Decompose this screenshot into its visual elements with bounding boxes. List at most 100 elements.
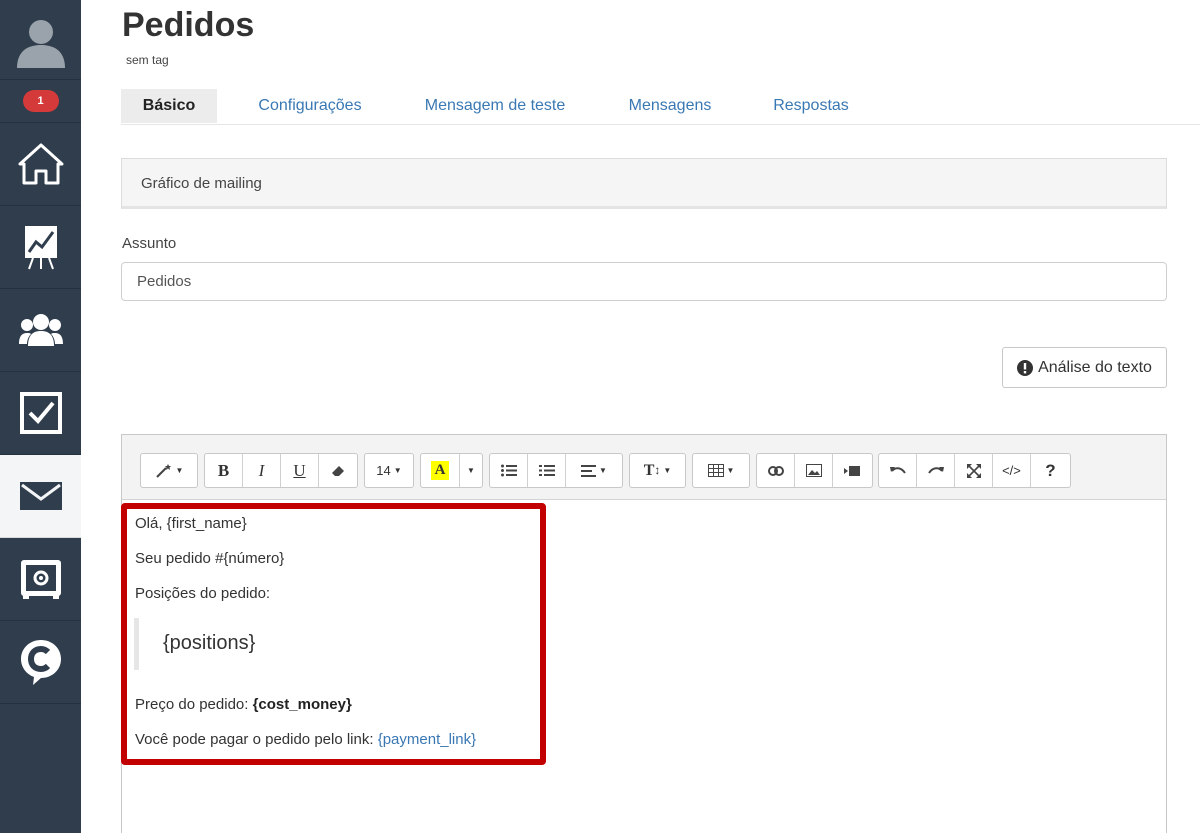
bold-button[interactable]: B (205, 454, 243, 487)
line-height-group: T ↕ ▼ (629, 453, 686, 488)
font-size-group: 14 ▼ (364, 453, 414, 488)
tab-configuracoes[interactable]: Configurações (251, 89, 369, 123)
undo-icon (889, 466, 906, 474)
payment-link[interactable]: {payment_link} (378, 731, 476, 748)
price-variable: {cost_money} (252, 696, 352, 713)
font-size-value: 14 (376, 463, 391, 478)
code-view-button[interactable]: </> (993, 454, 1031, 487)
blockquote-bar (134, 618, 141, 670)
text-color-button[interactable]: A (421, 454, 460, 487)
redo-icon (927, 466, 944, 474)
chevron-down-icon: ▼ (599, 466, 607, 475)
misc-group: </> ? (878, 453, 1071, 488)
magic-wand-icon (155, 463, 171, 478)
chevron-down-icon: ▼ (663, 466, 672, 475)
editor-content[interactable]: Olá, {first_name} Seu pedido #{número} P… (122, 501, 1166, 833)
home-icon (18, 143, 63, 185)
link-icon (767, 465, 784, 476)
exclamation-circle-icon (1017, 359, 1034, 376)
chevron-down-icon: ▼ (726, 466, 735, 475)
price-line: Preço do pedido: {cost_money} (135, 696, 352, 713)
chevron-down-icon: ▼ (467, 466, 475, 475)
envelope-icon (19, 482, 62, 510)
expand-icon (966, 463, 981, 478)
bullet-list-icon (500, 464, 517, 477)
panel-title: Gráfico de mailing (141, 175, 262, 192)
numbered-list-button[interactable] (528, 454, 566, 487)
sidebar-item-mailings[interactable] (0, 455, 81, 538)
editor-toolbar: ▼ B I U 14 ▼ A ▼ ▼ T ↕ ▼ ▼ </> ? (122, 435, 1166, 500)
notification-badge: 1 (22, 90, 59, 112)
redo-button[interactable] (917, 454, 955, 487)
chevron-down-icon: ▼ (175, 466, 184, 475)
line-height-dropdown[interactable]: T ↕ ▼ (630, 454, 685, 487)
notifications[interactable]: 1 (0, 80, 81, 123)
sidebar-item-home[interactable] (0, 123, 81, 206)
tab-bar: Básico Configurações Mensagem de teste M… (121, 89, 1200, 125)
page-title: Pedidos (122, 6, 255, 44)
analyze-text-label: Análise do texto (1038, 358, 1152, 376)
align-left-icon (581, 464, 597, 477)
analyze-text-button[interactable]: Análise do texto (1002, 347, 1167, 388)
help-button[interactable]: ? (1031, 454, 1070, 487)
table-group: ▼ (692, 453, 750, 488)
tab-mensagens[interactable]: Mensagens (621, 89, 719, 123)
chevron-down-icon: ▼ (393, 466, 402, 475)
positions-label: Posições do pedido: (135, 585, 271, 602)
numbered-list-icon (538, 465, 555, 476)
sidebar-item-contacts[interactable] (0, 289, 81, 372)
image-icon (805, 464, 822, 477)
gear-box-icon (20, 560, 61, 599)
checkbox-icon (19, 392, 62, 434)
payment-label: Você pode pagar o pedido pelo link: (135, 731, 378, 748)
user-silhouette-icon (16, 19, 65, 68)
clear-format-button[interactable] (319, 454, 357, 487)
sidebar: 1 (0, 0, 81, 833)
chat-c-icon (20, 640, 61, 685)
users-group-icon (18, 314, 63, 346)
paragraph-group: ▼ (489, 453, 623, 488)
underline-button[interactable]: U (281, 454, 319, 487)
text-height-icon: T (643, 461, 655, 479)
order-number-line: Seu pedido #{número} (135, 550, 285, 567)
tab-mensagem-de-teste[interactable]: Mensagem de teste (416, 89, 574, 123)
page-subtitle: sem tag (126, 53, 169, 67)
color-group: A ▼ (420, 453, 483, 488)
style-group: ▼ (140, 453, 198, 488)
insert-group (756, 453, 873, 488)
question-icon: ? (1045, 460, 1056, 480)
align-dropdown[interactable]: ▼ (566, 454, 622, 487)
sidebar-item-settings[interactable] (0, 538, 81, 621)
bullet-list-button[interactable] (490, 454, 528, 487)
avatar[interactable] (0, 0, 81, 80)
payment-line: Você pode pagar o pedido pelo link: {pay… (135, 731, 476, 748)
tab-respostas[interactable]: Respostas (767, 89, 855, 123)
code-icon: </> (1002, 463, 1021, 478)
sidebar-item-tasks[interactable] (0, 372, 81, 455)
table-icon (707, 464, 724, 477)
mailing-graph-panel[interactable]: Gráfico de mailing (121, 158, 1167, 209)
positions-variable: {positions} (163, 632, 256, 654)
video-icon (844, 465, 860, 476)
subject-input[interactable] (121, 262, 1167, 301)
undo-button[interactable] (879, 454, 917, 487)
insert-link-button[interactable] (757, 454, 795, 487)
insert-image-button[interactable] (795, 454, 833, 487)
insert-video-button[interactable] (833, 454, 871, 487)
eraser-icon (332, 465, 344, 476)
italic-button[interactable]: I (243, 454, 281, 487)
color-dropdown[interactable]: ▼ (460, 454, 482, 487)
greeting-line: Olá, {first_name} (135, 515, 247, 532)
font-style-group: B I U (204, 453, 358, 488)
chart-board-icon (24, 226, 57, 270)
font-size-dropdown[interactable]: 14 ▼ (365, 454, 413, 487)
table-dropdown[interactable]: ▼ (693, 454, 749, 487)
sidebar-item-chat[interactable] (0, 621, 81, 704)
price-label: Preço do pedido: (135, 696, 253, 713)
sidebar-item-statistics[interactable] (0, 206, 81, 289)
highlight-a-icon: A (430, 461, 450, 480)
tab-basico[interactable]: Básico (121, 89, 217, 123)
style-dropdown[interactable]: ▼ (141, 454, 197, 487)
subject-label: Assunto (122, 235, 177, 252)
fullscreen-button[interactable] (955, 454, 993, 487)
